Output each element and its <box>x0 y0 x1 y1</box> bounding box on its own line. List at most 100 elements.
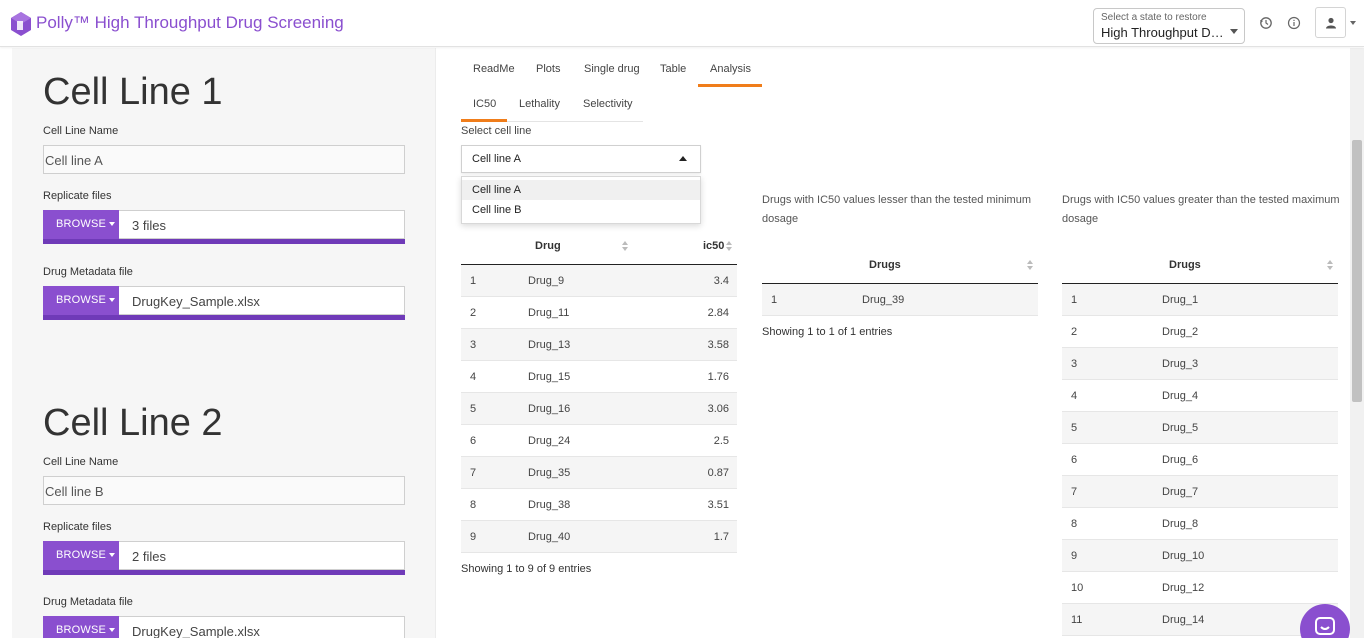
subtab-lethality[interactable]: Lethality <box>519 98 560 110</box>
tab-table[interactable]: Table <box>660 63 686 75</box>
drug-name-cell: Drug_9 <box>528 275 565 287</box>
table-row[interactable]: 7 Drug_7 <box>1062 476 1338 508</box>
table-row[interactable]: 2 Drug_2 <box>1062 316 1338 348</box>
drug-name-cell: Drug_11 <box>528 307 570 319</box>
cell-line-dropdown: Cell line A Cell line B <box>461 176 701 224</box>
drug-name-cell: Drug_2 <box>1162 326 1199 338</box>
ic50-table-info: Showing 1 to 9 of 9 entries <box>461 563 592 575</box>
tab-readme[interactable]: ReadMe <box>473 63 515 75</box>
row-index: 4 <box>1071 390 1078 402</box>
upload-progress-bar <box>43 239 405 244</box>
browse-button[interactable]: BROWSE <box>43 210 119 239</box>
table-row[interactable]: 6 Drug_6 <box>1062 444 1338 476</box>
history-icon[interactable] <box>1259 16 1273 30</box>
table-row[interactable]: 3 Drug_13 3.58 <box>461 329 737 361</box>
sort-icon[interactable] <box>1327 260 1333 270</box>
greater-than-max-description: Drugs with IC50 values greater than the … <box>1062 194 1340 225</box>
table-row[interactable]: 4 Drug_15 1.76 <box>461 361 737 393</box>
lesser-than-min-description: Drugs with IC50 values lesser than the t… <box>762 194 1032 225</box>
browse-button[interactable]: BROWSE <box>43 616 119 638</box>
table-row[interactable]: 8 Drug_8 <box>1062 508 1338 540</box>
cell-line-1-name-label: Cell Line Name <box>43 125 119 137</box>
app-title: Polly™ High Throughput Drug Screening <box>36 13 344 32</box>
info-icon[interactable] <box>1287 16 1301 30</box>
dropdown-option-cell-line-a[interactable]: Cell line A <box>462 180 700 200</box>
cell-line-select[interactable]: Cell line A <box>461 145 701 173</box>
table-row[interactable]: 3 Drug_3 <box>1062 348 1338 380</box>
state-restore-value: High Throughput Drug Screening <box>1101 25 1226 40</box>
ic50-value-cell: 3.4 <box>713 275 729 287</box>
chevron-down-icon[interactable] <box>1350 21 1356 25</box>
ic50-value-cell: 3.06 <box>707 403 729 415</box>
cell-line-select-value: Cell line A <box>472 153 521 165</box>
subtab-selectivity[interactable]: Selectivity <box>583 98 633 110</box>
table-row[interactable]: 1 Drug_39 <box>762 284 1038 316</box>
table-row[interactable]: 6 Drug_24 2.5 <box>461 425 737 457</box>
tab-plots[interactable]: Plots <box>536 63 560 75</box>
active-tab-indicator <box>698 84 762 87</box>
table-row[interactable]: 4 Drug_4 <box>1062 380 1338 412</box>
chevron-down-icon <box>109 553 116 558</box>
subtab-ic50[interactable]: IC50 <box>473 98 496 110</box>
tab-analysis[interactable]: Analysis <box>710 63 751 75</box>
column-header-drugs[interactable]: Drugs <box>869 259 901 271</box>
row-index: 7 <box>1071 486 1078 498</box>
state-restore-select[interactable]: Select a state to restore High Throughpu… <box>1093 8 1245 44</box>
drug-name-cell: Drug_7 <box>1162 486 1199 498</box>
metadata-file-field[interactable]: DrugKey_Sample.xlsx <box>119 616 405 638</box>
row-index: 7 <box>470 467 477 479</box>
cell-line-1-metadata-label: Drug Metadata file <box>43 266 133 278</box>
column-header-ic50[interactable]: ic50 <box>703 240 724 252</box>
row-index: 5 <box>1071 422 1078 434</box>
tab-single-drug[interactable]: Single drug <box>584 63 640 75</box>
browse-button[interactable]: BROWSE <box>43 541 119 570</box>
row-index: 9 <box>1071 550 1078 562</box>
ic50-value-cell: 2.84 <box>707 307 729 319</box>
ic50-value-cell: 0.87 <box>707 467 729 479</box>
table-row[interactable]: 1 Drug_1 <box>1062 284 1338 316</box>
cell-line-1-name-input[interactable]: Cell line A <box>43 145 405 174</box>
select-cell-line-label: Select cell line <box>461 125 532 137</box>
column-header-drug[interactable]: Drug <box>535 240 561 252</box>
drug-name-cell: Drug_15 <box>528 371 571 383</box>
row-index: 5 <box>470 403 477 415</box>
table-row[interactable]: 9 Drug_10 <box>1062 540 1338 572</box>
drug-name-cell: Drug_24 <box>528 435 571 447</box>
polly-logo-icon[interactable] <box>10 11 32 37</box>
column-header-drugs[interactable]: Drugs <box>1169 259 1201 271</box>
cell-line-1-metadata-upload: BROWSE DrugKey_Sample.xlsx <box>43 286 405 320</box>
replicate-files-field[interactable]: 3 files <box>119 210 405 239</box>
metadata-file-field[interactable]: DrugKey_Sample.xlsx <box>119 286 405 315</box>
row-index: 2 <box>1071 326 1078 338</box>
row-index: 2 <box>470 307 477 319</box>
table-row[interactable]: 8 Drug_38 3.51 <box>461 489 737 521</box>
drug-name-cell: Drug_5 <box>1162 422 1199 434</box>
table-row[interactable]: 11 Drug_14 <box>1062 604 1338 636</box>
drug-name-cell: Drug_12 <box>1162 582 1205 594</box>
table-row[interactable]: 1 Drug_9 3.4 <box>461 265 737 297</box>
table-row[interactable]: 10 Drug_12 <box>1062 572 1338 604</box>
user-menu-button[interactable] <box>1315 7 1346 38</box>
row-index: 6 <box>1071 454 1078 466</box>
browse-button[interactable]: BROWSE <box>43 286 119 315</box>
replicate-files-field[interactable]: 2 files <box>119 541 405 570</box>
drug-name-cell: Drug_13 <box>528 339 571 351</box>
sort-icon[interactable] <box>726 241 732 251</box>
table-row[interactable]: 5 Drug_16 3.06 <box>461 393 737 425</box>
drug-name-cell: Drug_16 <box>528 403 571 415</box>
sort-icon[interactable] <box>622 241 628 251</box>
chevron-down-icon <box>109 298 116 303</box>
chevron-down-icon <box>1230 29 1238 34</box>
sort-icon[interactable] <box>1027 260 1033 270</box>
drug-name-cell: Drug_1 <box>1162 294 1199 306</box>
scrollbar-thumb[interactable] <box>1352 140 1362 402</box>
table-row[interactable]: 2 Drug_11 2.84 <box>461 297 737 329</box>
dropdown-option-cell-line-b[interactable]: Cell line B <box>462 200 700 220</box>
cell-line-2-name-input[interactable]: Cell line B <box>43 476 405 505</box>
drug-name-cell: Drug_3 <box>1162 358 1199 370</box>
table-row[interactable]: 7 Drug_35 0.87 <box>461 457 737 489</box>
table-row[interactable]: 5 Drug_5 <box>1062 412 1338 444</box>
table-row[interactable]: 9 Drug_40 1.7 <box>461 521 737 553</box>
drug-name-cell: Drug_8 <box>1162 518 1199 530</box>
cell-line-2-metadata-label: Drug Metadata file <box>43 596 133 608</box>
